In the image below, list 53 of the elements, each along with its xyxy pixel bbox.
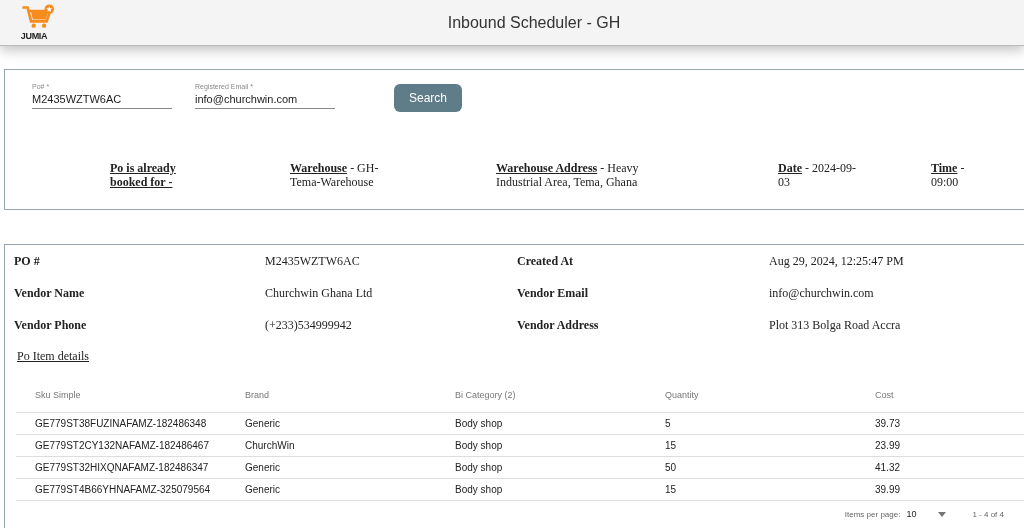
booking-info: Date - 2024-09-03 [778, 161, 857, 189]
table-cell-text: 15 [665, 484, 678, 495]
table-cell-text: 50 [665, 462, 678, 473]
table-cell-text: Generic [245, 462, 281, 473]
table-cell-text: 41.32 [875, 462, 902, 473]
table-cell-text: GE779ST32HIXQNAFAMZ-182486347 [35, 462, 210, 473]
table-cell-text: Generic [245, 484, 281, 495]
input-field[interactable]: M2435WZTW6AC [32, 93, 172, 109]
detail-label: Vendor Name [14, 286, 86, 301]
detail-label: Vendor Phone [14, 318, 88, 333]
column-header: Sku Simple [35, 390, 82, 400]
table-cell-text: 23.99 [875, 440, 902, 451]
detail-value: Plot 313 Bolga Road Accra [769, 318, 902, 333]
search-button[interactable]: Search [394, 84, 462, 112]
detail-label: Vendor Email [517, 286, 589, 301]
detail-label: Created At [517, 254, 575, 269]
detail-value: Churchwin Ghana Ltd [265, 286, 374, 301]
detail-value: info@churchwin.com [769, 286, 875, 301]
booking-info: Warehouse Address - Heavy Industrial Area, Tema, Ghana [496, 161, 640, 189]
table-cell-text: 39.99 [875, 484, 902, 495]
table-cell-text: GE779ST2CY132NAFAMZ-182486467 [35, 440, 210, 451]
detail-value: Aug 29, 2024, 12:25:47 PM [769, 254, 905, 269]
column-header: Bi Category (2) [455, 390, 517, 400]
table-cell-text: 39.73 [875, 418, 902, 429]
cart-logo-icon [20, 4, 56, 30]
column-header: Quantity [665, 390, 700, 400]
table-cell-text: Body shop [455, 462, 504, 473]
po-item-details-link[interactable]: Po Item details [17, 349, 89, 364]
page-range: 1 - 4 of 4 [972, 509, 1004, 519]
caret-icon [938, 511, 947, 517]
table-cell-text: Body shop [455, 440, 504, 451]
booking-info: Warehouse - GH-Tema-Warehouse [290, 161, 380, 189]
page-size-select[interactable]: 10 [906, 509, 947, 519]
table-cell-text: GE779ST4B66YHNAFAMZ-325079564 [35, 484, 212, 495]
table-cell-text: Body shop [455, 418, 504, 429]
input-field[interactable]: info@churchwin.com [195, 93, 335, 109]
logo-text: JUMIA [20, 31, 48, 41]
booking-info: Po is already booked for - [110, 161, 177, 189]
detail-label: PO # [14, 254, 41, 269]
table-cell-text: ChurchWin [245, 440, 296, 451]
page-title: Inbound Scheduler - GH [446, 13, 622, 32]
detail-value: M2435WZTW6AC [265, 254, 361, 269]
booking-info: Time - 09:00 [931, 161, 966, 189]
table-cell-text: GE779ST38FUZINAFAMZ-182486348 [35, 418, 208, 429]
table-cell-text: 5 [665, 418, 672, 429]
column-header: Brand [245, 390, 271, 400]
detail-label: Vendor Address [517, 318, 600, 333]
table-cell-text: Body shop [455, 484, 504, 495]
detail-value: (+233)534999942 [265, 318, 353, 333]
column-header: Cost [875, 390, 895, 400]
table-cell-text: Generic [245, 418, 281, 429]
items-per-page-label: Items per page: [844, 509, 901, 519]
table-cell-text: 15 [665, 440, 678, 451]
